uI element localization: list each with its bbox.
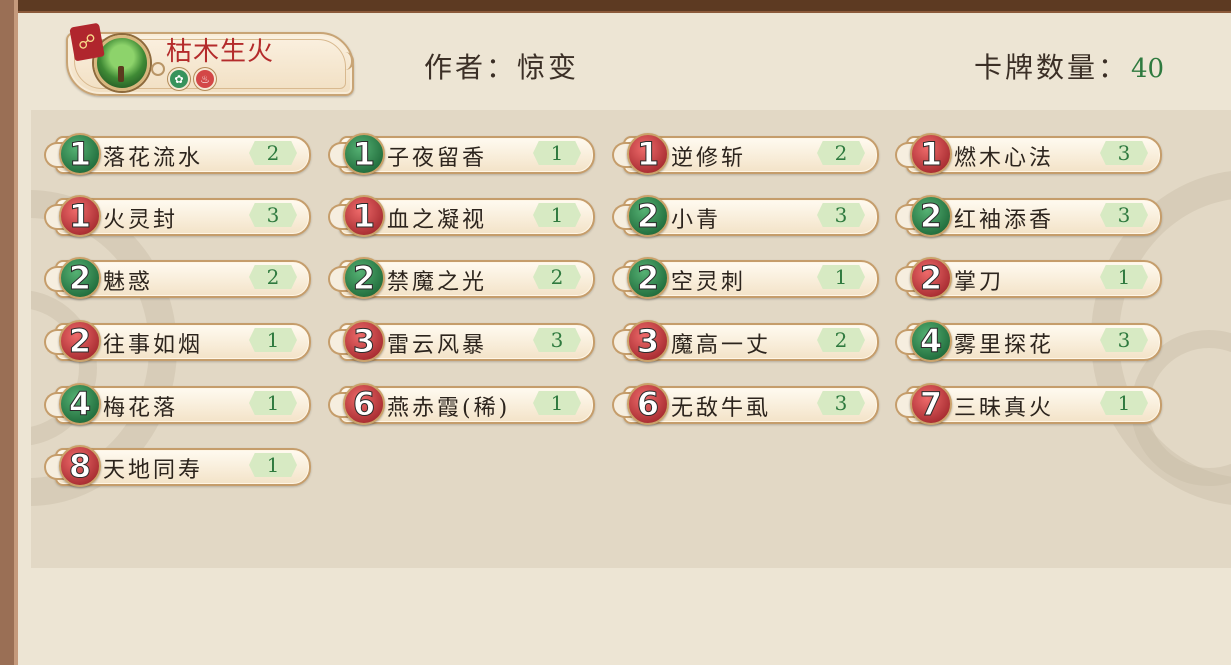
card-quantity: 1 <box>249 391 297 415</box>
card-name: 子夜留香 <box>387 146 488 171</box>
card-quantity: 2 <box>533 265 581 289</box>
card-quantity: 3 <box>1100 328 1148 352</box>
card-entry[interactable]: 2 红袖添香 3 <box>895 194 1162 237</box>
card-cost-badge: 2 <box>59 257 101 299</box>
author-label: 作者：惊变 <box>424 51 580 84</box>
card-name: 燕赤霞(稀) <box>387 396 511 421</box>
card-count: 卡牌数量：40 <box>974 46 1164 86</box>
card-quantity: 3 <box>1100 203 1148 227</box>
card-cost-badge: 2 <box>910 257 952 299</box>
left-frame-edge <box>0 0 18 665</box>
wood-element-icon: ✿ <box>170 70 188 88</box>
chain-link-icon[interactable]: ☍ <box>69 22 105 62</box>
card-quantity: 1 <box>533 391 581 415</box>
card-entry[interactable]: 3 雷云风暴 3 <box>328 319 595 362</box>
card-cost-badge: 2 <box>343 257 385 299</box>
card-cost-badge: 1 <box>627 133 669 175</box>
card-quantity: 1 <box>249 328 297 352</box>
card-name: 三昧真火 <box>954 396 1055 421</box>
card-quantity: 2 <box>817 141 865 165</box>
card-cost-badge: 3 <box>627 320 669 362</box>
card-name: 往事如烟 <box>103 333 204 358</box>
card-name: 魔高一丈 <box>671 333 772 358</box>
card-quantity: 3 <box>249 203 297 227</box>
card-quantity: 1 <box>533 203 581 227</box>
card-entry[interactable]: 4 梅花落 1 <box>44 382 311 425</box>
card-quantity: 3 <box>1100 141 1148 165</box>
card-quantity: 1 <box>249 453 297 477</box>
card-cost-badge: 4 <box>910 320 952 362</box>
card-name: 禁魔之光 <box>387 270 488 295</box>
card-entry[interactable]: 2 小青 3 <box>612 194 879 237</box>
card-cost-badge: 1 <box>910 133 952 175</box>
card-name: 雾里探花 <box>954 333 1055 358</box>
card-cost-badge: 2 <box>627 195 669 237</box>
top-frame-bar <box>0 0 1231 13</box>
card-entry[interactable]: 2 空灵刺 1 <box>612 256 879 299</box>
fire-element-icon: ♨ <box>196 70 214 88</box>
card-quantity: 2 <box>249 265 297 289</box>
card-cost-badge: 7 <box>910 383 952 425</box>
card-cost-badge: 2 <box>627 257 669 299</box>
card-name: 空灵刺 <box>671 270 747 295</box>
card-name: 无敌牛虱 <box>671 396 772 421</box>
card-cost-badge: 2 <box>910 195 952 237</box>
card-cost-badge: 6 <box>343 383 385 425</box>
card-list-panel: 1 落花流水 2 1 子夜留香 1 1 逆修斩 2 1 燃木心法 3 1 火灵封 3 1 血之凝视 1 2 小青 3 2 红… <box>31 110 1231 568</box>
ornament-ring-icon <box>151 62 165 76</box>
card-quantity: 1 <box>1100 391 1148 415</box>
card-entry[interactable]: 3 魔高一丈 2 <box>612 319 879 362</box>
card-entry[interactable]: 7 三昧真火 1 <box>895 382 1162 425</box>
card-name: 掌刀 <box>954 270 1005 295</box>
card-quantity: 1 <box>1100 265 1148 289</box>
card-cost-badge: 1 <box>59 195 101 237</box>
card-entry[interactable]: 1 子夜留香 1 <box>328 132 595 175</box>
deck-name: 枯木生火 <box>166 37 275 67</box>
card-name: 红袖添香 <box>954 208 1055 233</box>
card-entry[interactable]: 1 燃木心法 3 <box>895 132 1162 175</box>
card-cost-badge: 1 <box>343 195 385 237</box>
card-cost-badge: 8 <box>59 445 101 487</box>
card-name: 小青 <box>671 208 722 233</box>
card-quantity: 3 <box>817 203 865 227</box>
card-entry[interactable]: 1 火灵封 3 <box>44 194 311 237</box>
card-entry[interactable]: 1 逆修斩 2 <box>612 132 879 175</box>
card-quantity: 3 <box>533 328 581 352</box>
card-quantity: 3 <box>817 391 865 415</box>
card-count-label: 卡牌数量： <box>974 51 1130 84</box>
card-name: 燃木心法 <box>954 146 1055 171</box>
card-name: 梅花落 <box>103 396 179 421</box>
card-entry[interactable]: 2 掌刀 1 <box>895 256 1162 299</box>
card-name: 魅惑 <box>103 270 154 295</box>
card-cost-badge: 1 <box>59 133 101 175</box>
card-name: 逆修斩 <box>671 146 747 171</box>
card-count-value: 40 <box>1131 54 1165 84</box>
card-cost-badge: 2 <box>59 320 101 362</box>
card-name: 血之凝视 <box>387 208 488 233</box>
card-cost-badge: 3 <box>343 320 385 362</box>
card-entry[interactable]: 1 血之凝视 1 <box>328 194 595 237</box>
card-entry[interactable]: 6 燕赤霞(稀) 1 <box>328 382 595 425</box>
card-quantity: 1 <box>533 141 581 165</box>
card-name: 雷云风暴 <box>387 333 488 358</box>
card-entry[interactable]: 2 禁魔之光 2 <box>328 256 595 299</box>
card-cost-badge: 4 <box>59 383 101 425</box>
card-entry[interactable]: 8 天地同寿 1 <box>44 444 311 487</box>
card-entry[interactable]: 4 雾里探花 3 <box>895 319 1162 362</box>
deck-badge[interactable]: ☍ 枯木生火 ✿ ♨ <box>58 22 354 96</box>
card-cost-badge: 1 <box>343 133 385 175</box>
card-quantity: 1 <box>817 265 865 289</box>
card-quantity: 2 <box>249 141 297 165</box>
card-quantity: 2 <box>817 328 865 352</box>
card-entry[interactable]: 1 落花流水 2 <box>44 132 311 175</box>
card-entry[interactable]: 2 往事如烟 1 <box>44 319 311 362</box>
card-name: 落花流水 <box>103 146 204 171</box>
card-name: 火灵封 <box>103 208 179 233</box>
card-cost-badge: 6 <box>627 383 669 425</box>
card-entry[interactable]: 2 魅惑 2 <box>44 256 311 299</box>
card-entry[interactable]: 6 无敌牛虱 3 <box>612 382 879 425</box>
card-name: 天地同寿 <box>103 458 204 483</box>
